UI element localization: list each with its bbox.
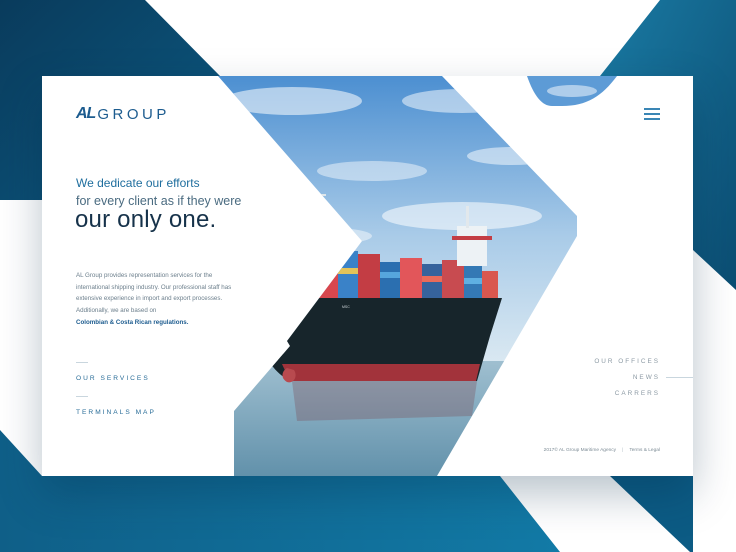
bg-shape-bottom-right bbox=[610, 476, 693, 552]
hamburger-icon bbox=[644, 108, 660, 110]
logo-mark: AL bbox=[76, 105, 96, 122]
main-card: MSC AL GROUP We dedicate our efforts for… bbox=[42, 76, 693, 476]
logo-word: GROUP bbox=[97, 105, 170, 123]
active-nav-indicator bbox=[666, 377, 693, 378]
hero-headline: our only one. bbox=[75, 206, 217, 233]
menu-hamburger-button[interactable] bbox=[644, 108, 660, 120]
hero-description: AL Group provides representation service… bbox=[76, 270, 236, 329]
footer-legal-link[interactable]: Terms & Legal bbox=[629, 448, 660, 453]
footer-copyright: 2017© AL Group Maritime Agency bbox=[543, 448, 617, 453]
divider bbox=[76, 362, 88, 363]
svg-text:MSC: MSC bbox=[342, 305, 350, 309]
nav-carrers[interactable]: CARRERS bbox=[615, 390, 660, 397]
brand-logo[interactable]: AL GROUP bbox=[76, 105, 170, 123]
regulations-link[interactable]: Colombian & Costa Rican regulations. bbox=[76, 317, 236, 329]
hero-line-1: We dedicate our efforts bbox=[76, 176, 200, 190]
divider bbox=[76, 396, 88, 397]
footer: 2017© AL Group Maritime Agency | Terms &… bbox=[544, 448, 660, 453]
nav-terminals-map[interactable]: TERMINALS MAP bbox=[76, 409, 156, 416]
nav-our-services[interactable]: OUR SERVICES bbox=[76, 375, 150, 382]
nav-news[interactable]: NEWS bbox=[633, 374, 660, 381]
footer-separator: | bbox=[622, 448, 624, 453]
description-text: AL Group provides representation service… bbox=[76, 272, 232, 315]
nav-our-offices[interactable]: OUR OFFICES bbox=[594, 358, 660, 365]
